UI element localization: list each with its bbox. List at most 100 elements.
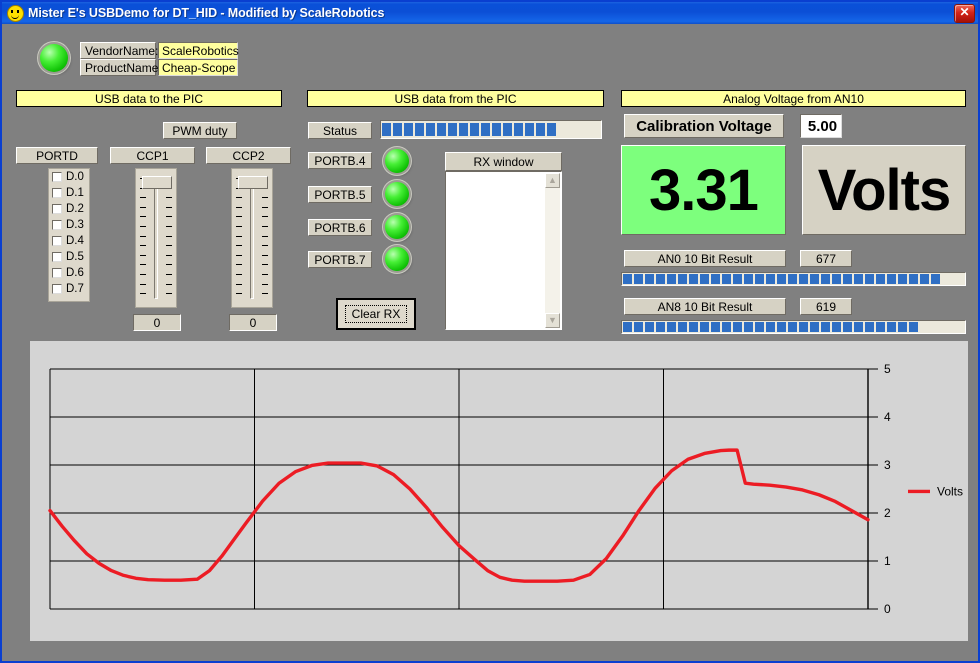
- portd-pin-row[interactable]: D.3: [49, 217, 89, 233]
- slider-tick: [140, 293, 146, 294]
- an8-segment: [755, 322, 764, 332]
- y-axis-tick-label: 1: [884, 554, 891, 568]
- portb7-led-icon: [385, 247, 409, 271]
- portb4-label: PORTB.4: [308, 152, 372, 169]
- an8-segment: [678, 322, 687, 332]
- calibration-voltage-label: Calibration Voltage: [624, 114, 784, 138]
- y-axis-tick-label: 2: [884, 506, 891, 520]
- an8-segment: [634, 322, 643, 332]
- an8-segment: [689, 322, 698, 332]
- an0-segment: [667, 274, 676, 284]
- an8-segment: [810, 322, 819, 332]
- portd-pin-row[interactable]: D.2: [49, 201, 89, 217]
- slider-tick: [262, 293, 268, 294]
- ccp1-slider-thumb[interactable]: [142, 176, 172, 189]
- y-axis-tick-label: 4: [884, 410, 891, 424]
- slider-tick: [236, 197, 242, 198]
- calibration-voltage-input[interactable]: 5.00: [800, 114, 842, 138]
- an0-segment: [645, 274, 654, 284]
- vendor-name-value[interactable]: ScaleRobotics: [158, 42, 238, 59]
- rx-window-textarea[interactable]: ▲ ▼: [445, 171, 562, 330]
- an8-segment: [700, 322, 709, 332]
- an8-segment: [667, 322, 676, 332]
- an8-result-label: AN8 10 Bit Result: [624, 298, 786, 315]
- an8-segment: [645, 322, 654, 332]
- an0-result-label: AN0 10 Bit Result: [624, 250, 786, 267]
- checkbox-D7[interactable]: [52, 284, 62, 294]
- portb4-led-icon: [385, 149, 409, 173]
- status-segment: [437, 123, 446, 136]
- portd-checkbox-group: D.0 D.1D.2D.3D.4D.5 D.6 D.7: [48, 168, 90, 302]
- an0-segment: [722, 274, 731, 284]
- an8-segment: [854, 322, 863, 332]
- slider-tick: [262, 274, 268, 275]
- product-name-value[interactable]: Cheap-Scope: [158, 59, 238, 76]
- y-axis-tick-label: 3: [884, 458, 891, 472]
- ccp2-slider-ticks-right: [262, 178, 268, 302]
- vendor-row: VendorName: ScaleRobotics: [80, 42, 238, 59]
- status-progress-bar: [380, 120, 602, 139]
- checkbox-D5[interactable]: [52, 252, 62, 262]
- an0-segment: [843, 274, 852, 284]
- portd-pin-label: D.6: [66, 267, 84, 279]
- checkbox-D6[interactable]: [52, 268, 62, 278]
- checkbox-D0[interactable]: [52, 172, 62, 182]
- ccp1-slider[interactable]: [135, 168, 177, 308]
- slider-tick: [236, 274, 242, 275]
- slider-tick: [236, 264, 242, 265]
- portd-pin-row[interactable]: D.7: [49, 281, 89, 297]
- an0-segment: [887, 274, 896, 284]
- slider-tick: [166, 293, 172, 294]
- an0-segment: [876, 274, 885, 284]
- slider-tick: [166, 255, 172, 256]
- an0-result-value: 677: [800, 250, 852, 267]
- an8-progress-bar: [621, 320, 966, 334]
- portd-pin-row[interactable]: D.5: [49, 249, 89, 265]
- checkbox-D2[interactable]: [52, 204, 62, 214]
- slider-tick: [166, 236, 172, 237]
- portd-pin-row[interactable]: D.0: [49, 169, 89, 185]
- portd-pin-row[interactable]: D.4: [49, 233, 89, 249]
- connection-led-icon: [40, 44, 68, 72]
- slider-tick: [262, 236, 268, 237]
- scroll-up-icon[interactable]: ▲: [545, 173, 560, 188]
- slider-tick: [262, 197, 268, 198]
- rx-window-scrollbar[interactable]: ▲ ▼: [545, 173, 560, 328]
- an0-segment: [931, 274, 940, 284]
- slider-tick: [262, 216, 268, 217]
- an8-segment: [898, 322, 907, 332]
- an0-segment: [700, 274, 709, 284]
- portd-header: PORTD: [16, 147, 98, 164]
- clear-rx-button[interactable]: Clear RX: [336, 298, 416, 330]
- checkbox-D4[interactable]: [52, 236, 62, 246]
- ccp2-slider-track: [250, 181, 254, 299]
- scroll-down-icon[interactable]: ▼: [545, 313, 560, 328]
- slider-tick: [236, 226, 242, 227]
- status-segment: [525, 123, 534, 136]
- close-button[interactable]: ✕: [954, 4, 975, 23]
- portb6-led-icon: [385, 215, 409, 239]
- portd-pin-row[interactable]: D.1: [49, 185, 89, 201]
- portd-pin-label: D.7: [66, 283, 84, 295]
- an8-segment: [887, 322, 896, 332]
- ccp2-slider-ticks-left: [236, 178, 242, 302]
- slider-tick: [166, 197, 172, 198]
- an8-segment: [799, 322, 808, 332]
- an0-segment: [854, 274, 863, 284]
- checkbox-D1[interactable]: [52, 188, 62, 198]
- portb6-label: PORTB.6: [308, 219, 372, 236]
- slider-tick: [236, 207, 242, 208]
- portd-pin-row[interactable]: D.6: [49, 265, 89, 281]
- slider-tick: [140, 236, 146, 237]
- ccp2-slider[interactable]: [231, 168, 273, 308]
- an0-segment: [920, 274, 929, 284]
- slider-tick: [262, 255, 268, 256]
- an8-segment: [623, 322, 632, 332]
- voltage-readout: 3.31: [621, 145, 786, 235]
- checkbox-D3[interactable]: [52, 220, 62, 230]
- an0-segment: [623, 274, 632, 284]
- slider-tick: [140, 216, 146, 217]
- status-segment: [404, 123, 413, 136]
- ccp2-slider-thumb[interactable]: [238, 176, 268, 189]
- portd-pin-label: D.0: [66, 171, 84, 183]
